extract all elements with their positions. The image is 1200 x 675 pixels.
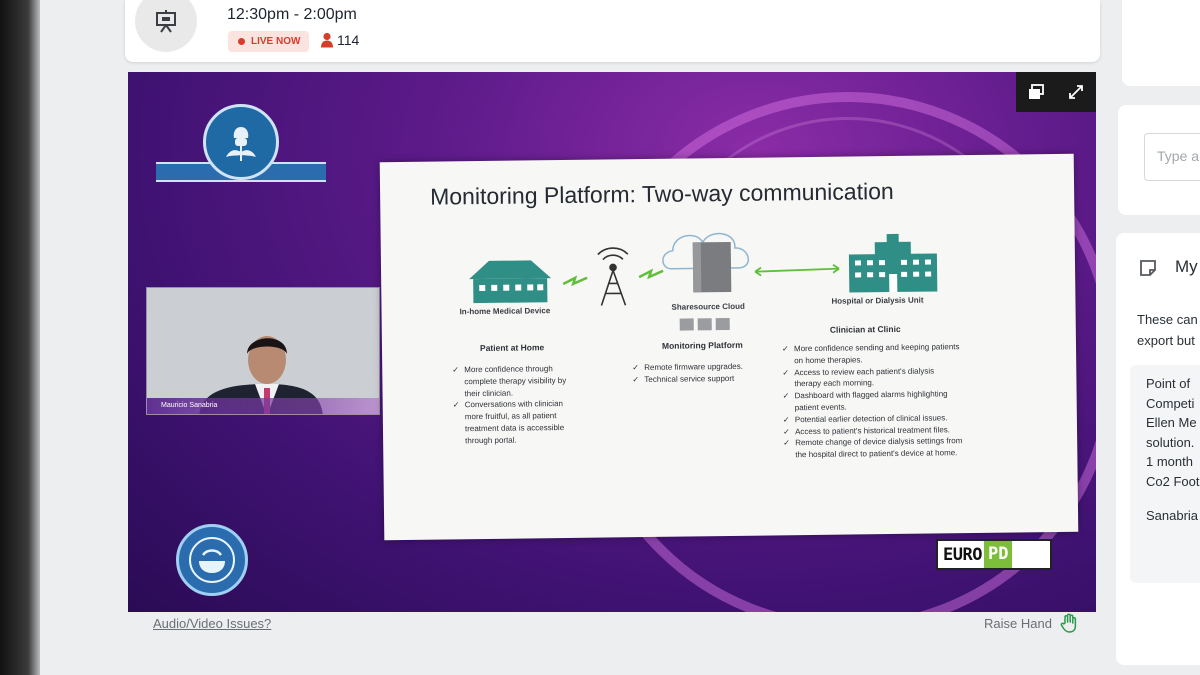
patient-benefits-list: More confidence through complete therapy… xyxy=(452,363,583,447)
list-item: Conversations with clinician more fruitf… xyxy=(453,398,584,447)
audio-video-issues-link[interactable]: Audio/Video Issues? xyxy=(153,616,271,631)
viewer-count: 114 xyxy=(320,32,359,48)
note-entry[interactable]: Point of Competi Ellen Me solution. 1 mo… xyxy=(1130,365,1200,583)
wireless-link-icon xyxy=(638,268,664,280)
ispd-emblem-icon xyxy=(189,537,235,583)
two-way-arrow xyxy=(755,267,840,273)
list-item: Dashboard with flagged alarms highlighti… xyxy=(783,388,963,414)
note-icon xyxy=(1140,260,1156,276)
list-item: Access to review each patient's dialysis… xyxy=(782,365,962,391)
hospital-icon xyxy=(848,233,938,293)
live-label: LIVE NOW xyxy=(251,36,301,47)
side-panel-top xyxy=(1122,0,1200,86)
house-icon xyxy=(469,260,552,304)
presentation-slide: Monitoring Platform: Two-way communicati… xyxy=(379,153,1079,541)
clinician-benefits-list: More confidence sending and keeping pati… xyxy=(782,341,963,461)
notes-title: My xyxy=(1175,257,1198,276)
node-label-hospital: Hospital or Dialysis Unit xyxy=(831,295,924,306)
cloud-server-icon xyxy=(662,232,749,331)
video-player[interactable]: Mauricio Sanabria EURO PD Monitoring Pla… xyxy=(128,72,1096,612)
stack-icon xyxy=(1029,84,1044,99)
speaker-silhouette xyxy=(147,288,379,414)
session-time: 12:30pm - 2:00pm xyxy=(227,6,357,23)
ispd-logo xyxy=(176,524,248,596)
list-item: More confidence sending and keeping pati… xyxy=(782,341,962,367)
live-now-badge: LIVE NOW xyxy=(228,31,310,52)
column-heading-patient: Patient at Home xyxy=(479,342,545,354)
monitor-bezel xyxy=(0,0,40,675)
person-icon xyxy=(321,32,333,48)
node-label-cloud: Sharesource Cloud xyxy=(671,301,745,312)
fullscreen-button[interactable] xyxy=(1056,72,1096,112)
note-author: Sanabria xyxy=(1146,507,1199,523)
notes-description: These can export but xyxy=(1137,312,1198,348)
thistle-icon xyxy=(226,127,256,161)
live-dot-icon xyxy=(238,38,245,45)
viewer-count-value: 114 xyxy=(337,32,360,48)
speaker-name: Mauricio Sanabria xyxy=(147,398,379,414)
list-item: More confidence through complete therapy… xyxy=(452,363,582,400)
wireless-link-icon xyxy=(562,275,588,287)
list-item: Technical service support xyxy=(632,372,782,386)
raise-hand-button[interactable]: Raise Hand xyxy=(984,613,1078,633)
platform-benefits-list: Remote firmware upgrades. Technical serv… xyxy=(632,360,782,385)
layout-toggle-button[interactable] xyxy=(1016,72,1056,112)
node-label-home: In-home Medical Device xyxy=(459,306,551,317)
raise-hand-label: Raise Hand xyxy=(984,615,1052,631)
column-heading-platform: Monitoring Platform xyxy=(661,339,743,351)
europd-logo: EURO PD xyxy=(936,539,1052,570)
expand-icon xyxy=(1069,85,1083,99)
column-heading-clinician: Clinician at Clinic xyxy=(829,323,901,335)
conference-logo xyxy=(156,104,326,188)
list-item: Remote change of device dialysis setting… xyxy=(783,436,963,462)
hand-icon xyxy=(1060,613,1077,633)
antenna-tower-icon xyxy=(597,247,629,306)
chat-input[interactable]: Type a xyxy=(1144,133,1200,181)
speaker-webcam: Mauricio Sanabria xyxy=(146,287,380,415)
